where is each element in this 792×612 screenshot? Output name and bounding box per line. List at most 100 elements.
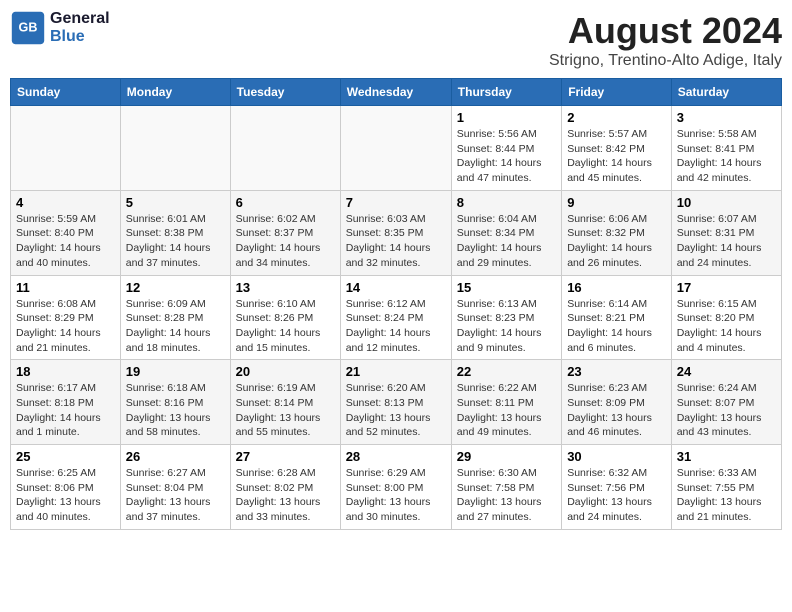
calendar-cell: 6 Sunrise: 6:02 AM Sunset: 8:37 PM Daylig… [230, 190, 340, 275]
day-info: Sunrise: 6:08 AM Sunset: 8:29 PM Dayligh… [16, 297, 115, 356]
day-number: 24 [677, 364, 776, 379]
day-info: Sunrise: 6:23 AM Sunset: 8:09 PM Dayligh… [567, 381, 666, 440]
day-number: 17 [677, 280, 776, 295]
day-number: 6 [236, 195, 335, 210]
day-number: 25 [16, 449, 115, 464]
day-info: Sunrise: 6:02 AM Sunset: 8:37 PM Dayligh… [236, 212, 335, 271]
calendar-header-row: SundayMondayTuesdayWednesdayThursdayFrid… [11, 79, 782, 106]
logo-icon: GB [10, 10, 46, 46]
calendar-cell: 16 Sunrise: 6:14 AM Sunset: 8:21 PM Dayli… [562, 275, 672, 360]
day-number: 28 [346, 449, 446, 464]
day-number: 2 [567, 110, 666, 125]
day-info: Sunrise: 6:06 AM Sunset: 8:32 PM Dayligh… [567, 212, 666, 271]
calendar-cell: 5Sunrise: 6:01 AM Sunset: 8:38 PM Daylig… [120, 190, 230, 275]
day-number: 30 [567, 449, 666, 464]
col-header-friday: Friday [562, 79, 672, 106]
day-info: Sunrise: 6:18 AM Sunset: 8:16 PM Dayligh… [126, 381, 225, 440]
day-info: Sunrise: 6:25 AM Sunset: 8:06 PM Dayligh… [16, 466, 115, 525]
day-info: Sunrise: 6:15 AM Sunset: 8:20 PM Dayligh… [677, 297, 776, 356]
day-info: Sunrise: 5:59 AM Sunset: 8:40 PM Dayligh… [16, 212, 115, 271]
page-header: GB General Blue August 2024 Strigno, Tre… [10, 10, 782, 70]
calendar-cell: 8 Sunrise: 6:04 AM Sunset: 8:34 PM Daylig… [451, 190, 561, 275]
week-row-4: 18 Sunrise: 6:17 AM Sunset: 8:18 PM Dayli… [11, 360, 782, 445]
week-row-1: 1 Sunrise: 5:56 AM Sunset: 8:44 PM Daylig… [11, 106, 782, 191]
day-info: Sunrise: 6:09 AM Sunset: 8:28 PM Dayligh… [126, 297, 225, 356]
calendar-cell: 11Sunrise: 6:08 AM Sunset: 8:29 PM Dayli… [11, 275, 121, 360]
calendar-cell: 3 Sunrise: 5:58 AM Sunset: 8:41 PM Daylig… [671, 106, 781, 191]
day-info: Sunrise: 6:14 AM Sunset: 8:21 PM Dayligh… [567, 297, 666, 356]
calendar-cell: 21 Sunrise: 6:20 AM Sunset: 8:13 PM Dayli… [340, 360, 451, 445]
day-info: Sunrise: 6:03 AM Sunset: 8:35 PM Dayligh… [346, 212, 446, 271]
day-info: Sunrise: 6:20 AM Sunset: 8:13 PM Dayligh… [346, 381, 446, 440]
day-number: 19 [126, 364, 225, 379]
day-number: 9 [567, 195, 666, 210]
logo: GB General Blue [10, 10, 110, 46]
calendar-cell: 14 Sunrise: 6:12 AM Sunset: 8:24 PM Dayli… [340, 275, 451, 360]
svg-text:GB: GB [19, 21, 38, 35]
col-header-thursday: Thursday [451, 79, 561, 106]
day-number: 8 [457, 195, 556, 210]
day-info: Sunrise: 5:58 AM Sunset: 8:41 PM Dayligh… [677, 127, 776, 186]
day-number: 16 [567, 280, 666, 295]
col-header-saturday: Saturday [671, 79, 781, 106]
day-info: Sunrise: 6:29 AM Sunset: 8:00 PM Dayligh… [346, 466, 446, 525]
calendar-cell: 9 Sunrise: 6:06 AM Sunset: 8:32 PM Daylig… [562, 190, 672, 275]
day-info: Sunrise: 6:32 AM Sunset: 7:56 PM Dayligh… [567, 466, 666, 525]
calendar-cell: 22 Sunrise: 6:22 AM Sunset: 8:11 PM Dayli… [451, 360, 561, 445]
day-number: 14 [346, 280, 446, 295]
day-info: Sunrise: 5:56 AM Sunset: 8:44 PM Dayligh… [457, 127, 556, 186]
calendar-table: SundayMondayTuesdayWednesdayThursdayFrid… [10, 78, 782, 530]
calendar-cell: 1 Sunrise: 5:56 AM Sunset: 8:44 PM Daylig… [451, 106, 561, 191]
day-info: Sunrise: 6:04 AM Sunset: 8:34 PM Dayligh… [457, 212, 556, 271]
calendar-cell: 4Sunrise: 5:59 AM Sunset: 8:40 PM Daylig… [11, 190, 121, 275]
calendar-cell: 17 Sunrise: 6:15 AM Sunset: 8:20 PM Dayli… [671, 275, 781, 360]
calendar-cell: 20Sunrise: 6:19 AM Sunset: 8:14 PM Dayli… [230, 360, 340, 445]
week-row-5: 25 Sunrise: 6:25 AM Sunset: 8:06 PM Dayli… [11, 445, 782, 530]
day-info: Sunrise: 6:17 AM Sunset: 8:18 PM Dayligh… [16, 381, 115, 440]
day-info: Sunrise: 6:27 AM Sunset: 8:04 PM Dayligh… [126, 466, 225, 525]
calendar-cell [11, 106, 121, 191]
calendar-cell: 7Sunrise: 6:03 AM Sunset: 8:35 PM Daylig… [340, 190, 451, 275]
day-info: Sunrise: 6:13 AM Sunset: 8:23 PM Dayligh… [457, 297, 556, 356]
day-number: 3 [677, 110, 776, 125]
day-number: 10 [677, 195, 776, 210]
day-number: 26 [126, 449, 225, 464]
day-number: 31 [677, 449, 776, 464]
logo-text: General Blue [50, 10, 110, 46]
day-info: Sunrise: 6:07 AM Sunset: 8:31 PM Dayligh… [677, 212, 776, 271]
day-number: 21 [346, 364, 446, 379]
day-info: Sunrise: 6:33 AM Sunset: 7:55 PM Dayligh… [677, 466, 776, 525]
calendar-cell: 25 Sunrise: 6:25 AM Sunset: 8:06 PM Dayli… [11, 445, 121, 530]
day-info: Sunrise: 6:12 AM Sunset: 8:24 PM Dayligh… [346, 297, 446, 356]
day-number: 13 [236, 280, 335, 295]
calendar-cell: 27 Sunrise: 6:28 AM Sunset: 8:02 PM Dayli… [230, 445, 340, 530]
day-number: 1 [457, 110, 556, 125]
day-number: 22 [457, 364, 556, 379]
calendar-cell: 18 Sunrise: 6:17 AM Sunset: 8:18 PM Dayli… [11, 360, 121, 445]
calendar-cell: 30 Sunrise: 6:32 AM Sunset: 7:56 PM Dayli… [562, 445, 672, 530]
calendar-cell: 29Sunrise: 6:30 AM Sunset: 7:58 PM Dayli… [451, 445, 561, 530]
calendar-cell [340, 106, 451, 191]
week-row-3: 11Sunrise: 6:08 AM Sunset: 8:29 PM Dayli… [11, 275, 782, 360]
calendar-cell: 15 Sunrise: 6:13 AM Sunset: 8:23 PM Dayli… [451, 275, 561, 360]
calendar-cell [230, 106, 340, 191]
calendar-cell: 12Sunrise: 6:09 AM Sunset: 8:28 PM Dayli… [120, 275, 230, 360]
day-number: 23 [567, 364, 666, 379]
day-number: 29 [457, 449, 556, 464]
calendar-cell: 19 Sunrise: 6:18 AM Sunset: 8:16 PM Dayli… [120, 360, 230, 445]
calendar-cell: 13Sunrise: 6:10 AM Sunset: 8:26 PM Dayli… [230, 275, 340, 360]
col-header-wednesday: Wednesday [340, 79, 451, 106]
col-header-tuesday: Tuesday [230, 79, 340, 106]
day-number: 27 [236, 449, 335, 464]
col-header-monday: Monday [120, 79, 230, 106]
day-info: Sunrise: 6:22 AM Sunset: 8:11 PM Dayligh… [457, 381, 556, 440]
col-header-sunday: Sunday [11, 79, 121, 106]
day-info: Sunrise: 6:28 AM Sunset: 8:02 PM Dayligh… [236, 466, 335, 525]
location-subtitle: Strigno, Trentino-Alto Adige, Italy [549, 52, 782, 70]
day-info: Sunrise: 6:24 AM Sunset: 8:07 PM Dayligh… [677, 381, 776, 440]
day-info: Sunrise: 6:01 AM Sunset: 8:38 PM Dayligh… [126, 212, 225, 271]
calendar-cell: 24 Sunrise: 6:24 AM Sunset: 8:07 PM Dayli… [671, 360, 781, 445]
day-number: 15 [457, 280, 556, 295]
calendar-cell: 2Sunrise: 5:57 AM Sunset: 8:42 PM Daylig… [562, 106, 672, 191]
day-number: 18 [16, 364, 115, 379]
